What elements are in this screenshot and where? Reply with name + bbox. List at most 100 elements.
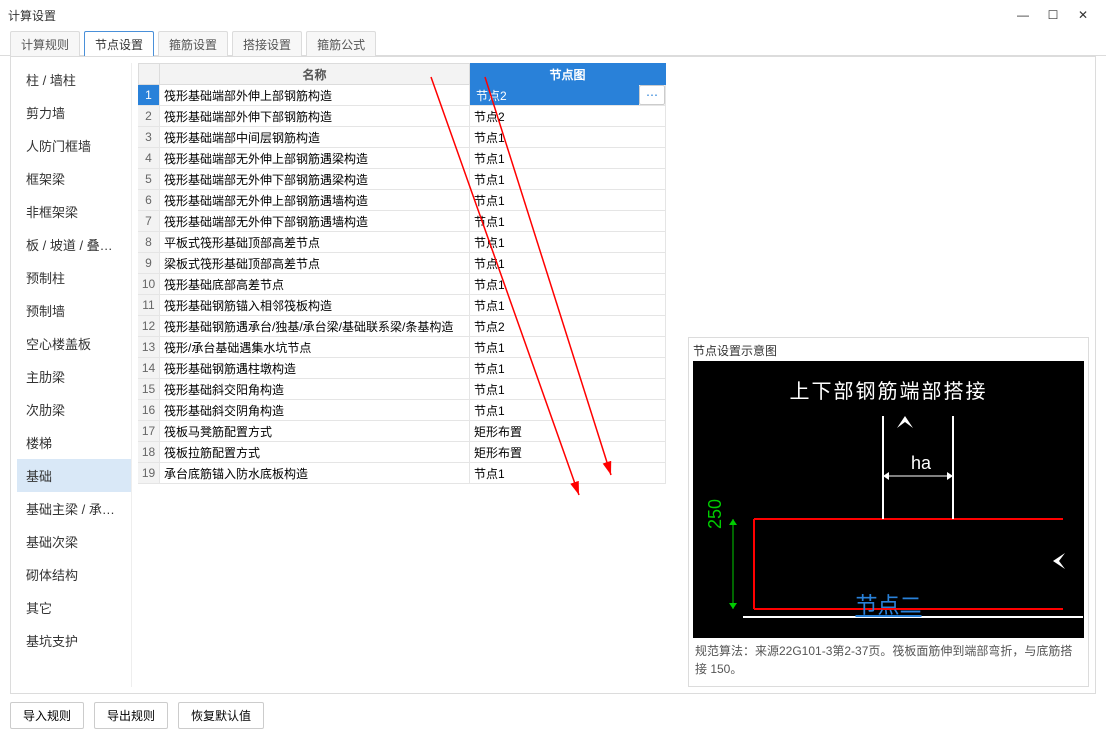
row-number: 19 — [138, 463, 160, 484]
import-button[interactable]: 导入规则 — [10, 702, 84, 729]
table-row[interactable]: 1筏形基础端部外伸上部钢筋构造节点2⋯ — [138, 85, 1089, 106]
row-node[interactable]: 节点2 — [470, 106, 666, 127]
window-title: 计算设置 — [8, 7, 56, 24]
maximize-button[interactable]: ☐ — [1038, 5, 1068, 25]
row-number: 8 — [138, 232, 160, 253]
row-node[interactable]: 节点1 — [470, 379, 666, 400]
row-name: 承台底筋锚入防水底板构造 — [160, 463, 470, 484]
table-row[interactable]: 8平板式筏形基础顶部高差节点节点1 — [138, 232, 1089, 253]
row-node[interactable]: 节点1 — [470, 127, 666, 148]
row-name: 筏形基础端部无外伸下部钢筋遇梁构造 — [160, 169, 470, 190]
sidebar-item-2[interactable]: 人防门框墙 — [17, 129, 131, 162]
sidebar-item-1[interactable]: 剪力墙 — [17, 96, 131, 129]
row-node[interactable]: 节点1 — [470, 148, 666, 169]
table-row[interactable]: 7筏形基础端部无外伸下部钢筋遇墙构造节点1 — [138, 211, 1089, 232]
row-node[interactable]: 节点1 — [470, 253, 666, 274]
row-number: 9 — [138, 253, 160, 274]
sidebar-item-3[interactable]: 框架梁 — [17, 162, 131, 195]
sidebar-item-15[interactable]: 砌体结构 — [17, 558, 131, 591]
diagram-node-link[interactable]: 节点二 — [693, 588, 1084, 620]
row-number: 12 — [138, 316, 160, 337]
preview-desc: 规范算法：来源22G101-3第2-37页。筏板面筋伸到端部弯折，与底筋搭接 1… — [693, 638, 1084, 682]
row-number: 4 — [138, 148, 160, 169]
row-name: 筏形基础端部外伸下部钢筋构造 — [160, 106, 470, 127]
row-number: 13 — [138, 337, 160, 358]
diagram-label-ha: ha — [911, 453, 931, 474]
minimize-button[interactable]: — — [1008, 5, 1038, 25]
node-picker-icon[interactable]: ⋯ — [639, 85, 665, 105]
table-row[interactable]: 6筏形基础端部无外伸上部钢筋遇墙构造节点1 — [138, 190, 1089, 211]
row-name: 筏形基础端部无外伸上部钢筋遇梁构造 — [160, 148, 470, 169]
row-name: 筏板拉筋配置方式 — [160, 442, 470, 463]
row-number: 15 — [138, 379, 160, 400]
sidebar-item-9[interactable]: 主肋梁 — [17, 360, 131, 393]
tab-2[interactable]: 箍筋设置 — [158, 31, 228, 56]
row-node[interactable]: 节点1 — [470, 211, 666, 232]
diagram-dim-250: 250 — [705, 499, 726, 529]
row-node[interactable]: 节点1 — [470, 169, 666, 190]
row-node[interactable]: 矩形布置 — [470, 421, 666, 442]
tab-4[interactable]: 箍筋公式 — [306, 31, 376, 56]
sidebar-item-12[interactable]: 基础 — [17, 459, 131, 492]
table-row[interactable]: 4筏形基础端部无外伸上部钢筋遇梁构造节点1 — [138, 148, 1089, 169]
sidebar-item-14[interactable]: 基础次梁 — [17, 525, 131, 558]
row-node[interactable]: 节点1 — [470, 232, 666, 253]
row-name: 筏形基础钢筋锚入相邻筏板构造 — [160, 295, 470, 316]
table-row[interactable]: 12筏形基础钢筋遇承台/独基/承台梁/基础联系梁/条基构造节点2 — [138, 316, 1089, 337]
category-sidebar: 柱 / 墙柱剪力墙人防门框墙框架梁非框架梁板 / 坡道 / 叠合...预制柱预制… — [17, 63, 132, 687]
sidebar-item-11[interactable]: 楼梯 — [17, 426, 131, 459]
row-number: 14 — [138, 358, 160, 379]
tab-3[interactable]: 搭接设置 — [232, 31, 302, 56]
row-number: 7 — [138, 211, 160, 232]
row-name: 筏形基础端部外伸上部钢筋构造 — [160, 85, 470, 106]
row-number: 16 — [138, 400, 160, 421]
table-header: 名称 节点图 — [138, 63, 1089, 85]
row-node[interactable]: 节点1 — [470, 400, 666, 421]
export-button[interactable]: 导出规则 — [94, 702, 168, 729]
sidebar-item-0[interactable]: 柱 / 墙柱 — [17, 63, 131, 96]
sidebar-item-13[interactable]: 基础主梁 / 承台梁 — [17, 492, 131, 525]
row-name: 筏形基础斜交阴角构造 — [160, 400, 470, 421]
row-number: 2 — [138, 106, 160, 127]
row-node[interactable]: 节点1 — [470, 295, 666, 316]
table-row[interactable]: 9梁板式筏形基础顶部高差节点节点1 — [138, 253, 1089, 274]
row-number: 11 — [138, 295, 160, 316]
row-node[interactable]: 节点2 — [470, 316, 666, 337]
row-node[interactable]: 节点1 — [470, 358, 666, 379]
tab-1[interactable]: 节点设置 — [84, 31, 154, 56]
sidebar-item-17[interactable]: 基坑支护 — [17, 624, 131, 657]
preview-panel: 节点设置示意图 上下部钢筋端部搭接 ha 250 节点二 — [688, 337, 1089, 687]
sidebar-item-6[interactable]: 预制柱 — [17, 261, 131, 294]
row-name: 梁板式筏形基础顶部高差节点 — [160, 253, 470, 274]
row-name: 筏形基础钢筋遇柱墩构造 — [160, 358, 470, 379]
row-number: 10 — [138, 274, 160, 295]
sidebar-item-7[interactable]: 预制墙 — [17, 294, 131, 327]
row-number: 3 — [138, 127, 160, 148]
preview-title: 节点设置示意图 — [693, 342, 1084, 359]
row-node[interactable]: 节点1 — [470, 337, 666, 358]
table-row[interactable]: 3筏形基础端部中间层钢筋构造节点1 — [138, 127, 1089, 148]
row-node[interactable]: 节点1 — [470, 274, 666, 295]
row-number: 5 — [138, 169, 160, 190]
tab-0[interactable]: 计算规则 — [10, 31, 80, 56]
node-value: 节点2 — [470, 85, 639, 105]
row-node[interactable]: 节点1 — [470, 463, 666, 484]
col-num — [138, 63, 160, 85]
sidebar-item-5[interactable]: 板 / 坡道 / 叠合... — [17, 228, 131, 261]
row-name: 筏板马凳筋配置方式 — [160, 421, 470, 442]
table-row[interactable]: 10筏形基础底部高差节点节点1 — [138, 274, 1089, 295]
sidebar-item-8[interactable]: 空心楼盖板 — [17, 327, 131, 360]
row-node[interactable]: 节点2⋯ — [470, 85, 666, 106]
table-row[interactable]: 2筏形基础端部外伸下部钢筋构造节点2 — [138, 106, 1089, 127]
sidebar-item-10[interactable]: 次肋梁 — [17, 393, 131, 426]
row-node[interactable]: 矩形布置 — [470, 442, 666, 463]
table-row[interactable]: 5筏形基础端部无外伸下部钢筋遇梁构造节点1 — [138, 169, 1089, 190]
table-row[interactable]: 11筏形基础钢筋锚入相邻筏板构造节点1 — [138, 295, 1089, 316]
row-node[interactable]: 节点1 — [470, 190, 666, 211]
sidebar-item-16[interactable]: 其它 — [17, 591, 131, 624]
close-button[interactable]: ✕ — [1068, 5, 1098, 25]
sidebar-item-4[interactable]: 非框架梁 — [17, 195, 131, 228]
row-name: 筏形基础端部无外伸下部钢筋遇墙构造 — [160, 211, 470, 232]
restore-button[interactable]: 恢复默认值 — [178, 702, 264, 729]
row-number: 17 — [138, 421, 160, 442]
